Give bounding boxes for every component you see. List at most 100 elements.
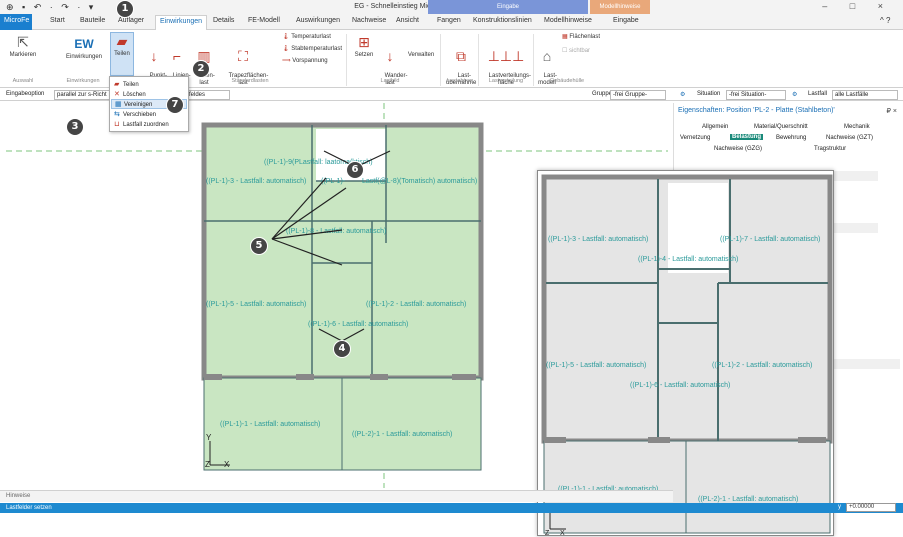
inset-label-pl2-1: ((PL-2)-1 - Lastfall: automatisch): [698, 496, 798, 503]
einwirkungen-button[interactable]: EW Einwirkungen: [64, 36, 104, 61]
tab-material[interactable]: Material/Querschnitt: [754, 124, 808, 130]
tab-mechanik[interactable]: Mechanik: [844, 124, 870, 130]
help-icon[interactable]: ^ ?: [880, 16, 890, 25]
group-auswahl: Auswahl: [12, 78, 34, 84]
label-pl1-1: ((PL-1)-1 - Lastfall: automatisch): [220, 421, 320, 428]
window-controls[interactable]: – □ ×: [822, 1, 893, 11]
lastfall-label: Lastfall: [808, 91, 828, 97]
svg-text:Z: Z: [545, 530, 550, 537]
trapez-button[interactable]: ⛶ Trapezflächen- last: [222, 34, 269, 94]
tab-nachweise-gzt[interactable]: Nachweise (GZT): [826, 135, 873, 141]
moving-load-icon: ↓: [386, 48, 394, 64]
tab-konstruktionslinien[interactable]: Konstruktionslinien: [473, 17, 532, 24]
delete-icon: ✕: [114, 91, 120, 98]
ew-icon: EW: [74, 37, 94, 51]
load-distribution-icon: ⊥⊥⊥: [487, 48, 525, 64]
prestress-icon: ⟹: [282, 58, 291, 64]
separator: [533, 34, 534, 86]
set-load-icon: ⊞: [358, 34, 370, 50]
wanderlast-button[interactable]: ↓ Wander- last: [378, 34, 408, 94]
menu-item-teilen[interactable]: ▰ Teilen: [114, 80, 139, 88]
hinweise-tab[interactable]: Hinweise: [0, 490, 673, 502]
inset-label-pl1-6: ((PL-1)-6 - Lastfall: automatisch): [630, 382, 730, 389]
situation-select[interactable]: -frei Situation-: [726, 90, 786, 100]
status-text: Lastfelder setzen: [6, 505, 52, 511]
tab-allgemein[interactable]: Allgemein: [702, 124, 728, 130]
vorspannung-button[interactable]: ⟹ Vorspannung: [282, 58, 328, 65]
flaechenlast2-button[interactable]: ▦ Flächenlast: [562, 34, 600, 41]
tab-ansicht[interactable]: Ansicht: [396, 17, 419, 24]
menu-item-loeschen[interactable]: ✕ Löschen: [114, 90, 146, 98]
tab-fangen[interactable]: Fangen: [437, 17, 461, 24]
menu-item-lastfall-zuordnen[interactable]: ⊔ Lastfall zuordnen: [114, 120, 169, 128]
tab-microfe[interactable]: MicroFe: [0, 14, 32, 30]
coord-y-field[interactable]: +0.00000: [846, 503, 896, 512]
tab-bewehrung[interactable]: Bewehrung: [776, 135, 806, 141]
inset-label-pl1-7: ((PL-1)-7 - Lastfall: automatisch): [720, 236, 820, 243]
teilen-button[interactable]: ▰ Teilen: [110, 32, 134, 76]
feld-select[interactable]: feldes: [186, 90, 230, 100]
tab-einwirkungen[interactable]: Einwirkungen: [155, 15, 208, 31]
gruppe-label: Gruppe: [592, 91, 613, 97]
lastfall-select[interactable]: alle Lastfälle: [832, 90, 898, 100]
label-pl2-1: ((PL-2)-1 - Lastfall: automatisch): [352, 431, 452, 438]
tab-modellhinweise[interactable]: Modellhinweise: [544, 17, 592, 24]
callout-badge-5: 5: [250, 237, 268, 255]
status-bar: Lastfelder setzen: [0, 503, 903, 513]
line-load-icon: ⌐: [172, 48, 182, 64]
move-icon: ⇆: [114, 111, 120, 118]
label-pl1-8: ((PL-1)-8 - Lastfall: automatisch): [286, 228, 386, 235]
tab-tragstruktur[interactable]: Tragstruktur: [814, 146, 846, 152]
verwalten-button[interactable]: Verwalten: [404, 52, 438, 59]
label-pl1-2: ((PL-1)-2 - Lastfall: automatisch): [366, 301, 466, 308]
properties-title: Eigenschaften: Position 'PL-2 - Platte (…: [678, 107, 835, 114]
eingabeoption-select[interactable]: parallel zur s-Richt: [54, 90, 110, 100]
menu-item-verschieben[interactable]: ⇆ Verschieben: [114, 110, 156, 118]
tab-belastung[interactable]: Belastung: [730, 134, 764, 140]
label-top-right: Lastf(@L-8)(Tomatisch) automatisch): [362, 178, 477, 185]
title-bar: ⊕ ▪ ↶ · ↷ · ▾ EG - Schnelleinstieg Micro…: [0, 0, 903, 14]
split-icon: ▰: [114, 81, 120, 88]
tab-fe-modell[interactable]: FE-Modell: [248, 17, 280, 24]
coord-y-label: y: [838, 504, 841, 510]
inset-label-pl1-5: ((PL-1)-5 - Lastfall: automatisch): [546, 362, 646, 369]
tab-auswirkungen[interactable]: Auswirkungen: [296, 17, 340, 24]
tab-eingabe[interactable]: Eingabe: [613, 17, 639, 24]
svg-text:X: X: [560, 530, 565, 537]
tab-vernetzung[interactable]: Vernetzung: [680, 135, 710, 141]
cursor-icon: ⇱: [17, 34, 29, 50]
tab-nachweise-gzg[interactable]: Nachweise (GZG): [714, 146, 762, 152]
ribbon-tabs: MicroFe Start Bauteile Auflager Einwirku…: [0, 14, 903, 31]
setzen-button[interactable]: ⊞ Setzen: [352, 34, 376, 59]
lastverteilungsflaeche-button[interactable]: ⊥⊥⊥ Lastverteilungs- fläche: [482, 34, 531, 94]
gruppe-select[interactable]: -frei Gruppe-: [610, 90, 666, 100]
inset-label-pl1-3: ((PL-1)-3 - Lastfall: automatisch): [548, 236, 648, 243]
panel-pin-close[interactable]: ₽ ×: [887, 107, 898, 115]
thermometer-bar-icon: 🌡: [282, 46, 290, 52]
result-inset: ((PL-1)-3 - Lastfall: automatisch) ((PL-…: [537, 170, 834, 537]
axis-y-label: Y: [206, 433, 212, 442]
temperaturlast-button[interactable]: 🌡 Temperaturlast: [282, 34, 331, 41]
lastuebernahme-button[interactable]: ⧉ Last- übernahme: [446, 34, 476, 94]
inset-floorplan: ((PL-1)-3 - Lastfall: automatisch) ((PL-…: [541, 174, 833, 537]
load-area-icon: ▰: [116, 33, 128, 49]
lastmodell-button[interactable]: ⌂ Last- modell: [536, 34, 558, 94]
callout-badge-4: 4: [333, 340, 351, 358]
context-group-eigenschaften: [592, 0, 652, 14]
thermometer-icon: 🌡: [282, 34, 290, 40]
tab-start[interactable]: Start: [50, 17, 65, 24]
separator: [440, 34, 441, 86]
sichtbar-checkbox[interactable]: ☐ sichtbar: [562, 48, 590, 55]
tab-details[interactable]: Details: [213, 17, 234, 24]
markieren-button[interactable]: ⇱ Markieren: [8, 34, 38, 59]
tab-bauteile[interactable]: Bauteile: [80, 17, 105, 24]
eingabeoption-label: Eingabeoption: [6, 91, 45, 97]
tab-auflager[interactable]: Auflager: [118, 17, 144, 24]
stabtemperaturlast-button[interactable]: 🌡 Stabtemperaturlast: [282, 46, 342, 53]
house-icon: ⌂: [542, 48, 552, 64]
label-pl1-3: ((PL-1)-3 - Lastfall: automatisch): [206, 178, 306, 185]
lastfall-icon: ⚙: [792, 92, 798, 98]
tab-nachweise[interactable]: Nachweise: [352, 17, 386, 24]
merge-icon: ▦: [115, 101, 122, 108]
separator: [478, 34, 479, 86]
